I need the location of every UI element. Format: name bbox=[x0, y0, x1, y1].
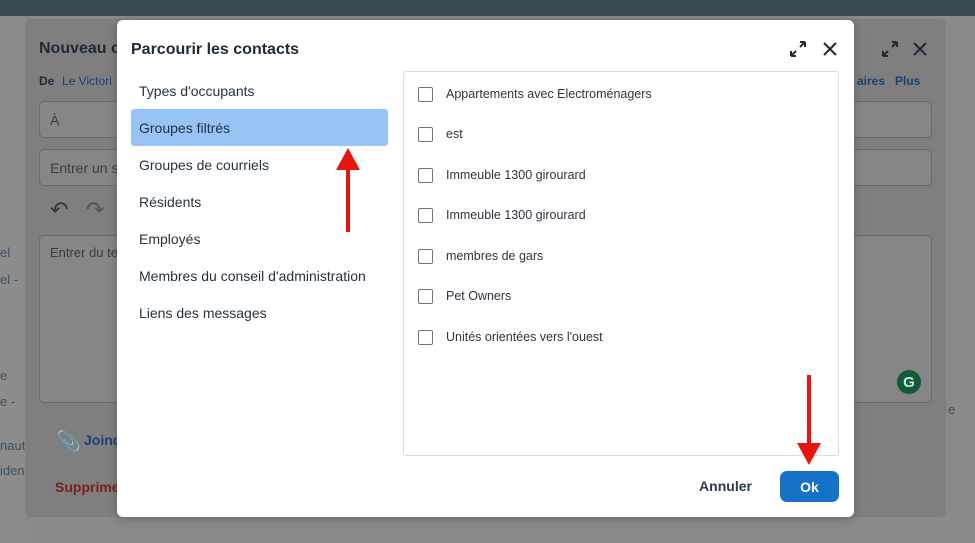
left-fragment: el - bbox=[0, 272, 19, 287]
list-item[interactable]: membres de gars bbox=[418, 246, 543, 266]
checkbox[interactable] bbox=[418, 329, 433, 345]
from-value[interactable]: Le Victori bbox=[62, 74, 112, 88]
close-icon[interactable] bbox=[820, 39, 840, 59]
list-item[interactable]: Immeuble 1300 girourard bbox=[418, 165, 586, 185]
redo-icon[interactable]: ↷ bbox=[86, 197, 104, 223]
category-label: Résidents bbox=[139, 193, 202, 210]
undo-icon[interactable]: ↶ bbox=[50, 197, 68, 223]
group-label: membres de gars bbox=[446, 249, 544, 263]
group-label: Unités orientées vers l'ouest bbox=[446, 330, 603, 344]
close-icon[interactable] bbox=[911, 40, 929, 58]
left-fragment: iden bbox=[0, 463, 25, 478]
compose-link[interactable]: aires bbox=[857, 74, 885, 88]
cancel-button[interactable]: Annuler bbox=[688, 471, 763, 501]
list-item[interactable]: Appartements avec Electroménagers bbox=[418, 84, 652, 104]
category-filtered-groups[interactable]: Groupes filtrés bbox=[131, 109, 388, 146]
category-label: Membres du conseil d'administration bbox=[139, 267, 366, 284]
right-fragment: e bbox=[948, 402, 956, 417]
category-label: Employés bbox=[139, 230, 201, 247]
group-label: Appartements avec Electroménagers bbox=[446, 87, 652, 101]
app-top-bar bbox=[0, 0, 975, 16]
grammarly-icon[interactable]: G bbox=[897, 370, 921, 394]
annotation-arrow-down bbox=[797, 375, 821, 465]
category-label: Types d'occupants bbox=[139, 82, 255, 99]
dialog-title: Parcourir les contacts bbox=[131, 41, 300, 58]
category-occupant-types[interactable]: Types d'occupants bbox=[131, 72, 388, 109]
checkbox[interactable] bbox=[418, 167, 433, 183]
paperclip-icon[interactable]: 📎 bbox=[56, 429, 81, 454]
annotation-arrow-up bbox=[336, 148, 360, 232]
category-label: Liens des messages bbox=[139, 304, 267, 321]
group-label: Immeuble 1300 girourard bbox=[446, 208, 586, 222]
list-item[interactable]: Immeuble 1300 girourard bbox=[418, 205, 586, 225]
more-link[interactable]: Plus bbox=[895, 74, 920, 88]
left-fragment: naut bbox=[0, 438, 26, 453]
ok-button[interactable]: Ok bbox=[780, 471, 839, 502]
category-message-links[interactable]: Liens des messages bbox=[131, 294, 388, 331]
category-label: Groupes de courriels bbox=[139, 156, 269, 173]
left-fragment: e - bbox=[0, 394, 16, 409]
from-label: De bbox=[39, 74, 55, 88]
groups-panel: Appartements avec Electroménagers est Im… bbox=[403, 71, 839, 456]
checkbox[interactable] bbox=[418, 86, 433, 102]
expand-icon[interactable] bbox=[788, 39, 808, 59]
compose-title: Nouveau c bbox=[39, 40, 120, 57]
left-fragment: el bbox=[0, 245, 11, 260]
list-item[interactable]: Pet Owners bbox=[418, 286, 511, 306]
list-item[interactable]: est bbox=[418, 124, 463, 144]
category-label: Groupes filtrés bbox=[139, 119, 231, 136]
list-item[interactable]: Unités orientées vers l'ouest bbox=[418, 327, 603, 347]
group-label: est bbox=[446, 127, 463, 141]
checkbox[interactable] bbox=[418, 126, 433, 142]
browse-contacts-dialog: Parcourir les contacts Types d'occupants… bbox=[117, 20, 854, 517]
attach-button[interactable]: Joind bbox=[84, 432, 121, 448]
group-label: Immeuble 1300 girourard bbox=[446, 168, 586, 182]
checkbox[interactable] bbox=[418, 207, 433, 223]
delete-button[interactable]: Supprime bbox=[55, 479, 120, 495]
category-board-members[interactable]: Membres du conseil d'administration bbox=[131, 257, 388, 294]
left-fragment: e bbox=[0, 368, 8, 383]
checkbox[interactable] bbox=[418, 248, 433, 264]
expand-icon[interactable] bbox=[880, 39, 900, 59]
group-label: Pet Owners bbox=[446, 289, 512, 303]
checkbox[interactable] bbox=[418, 288, 433, 304]
